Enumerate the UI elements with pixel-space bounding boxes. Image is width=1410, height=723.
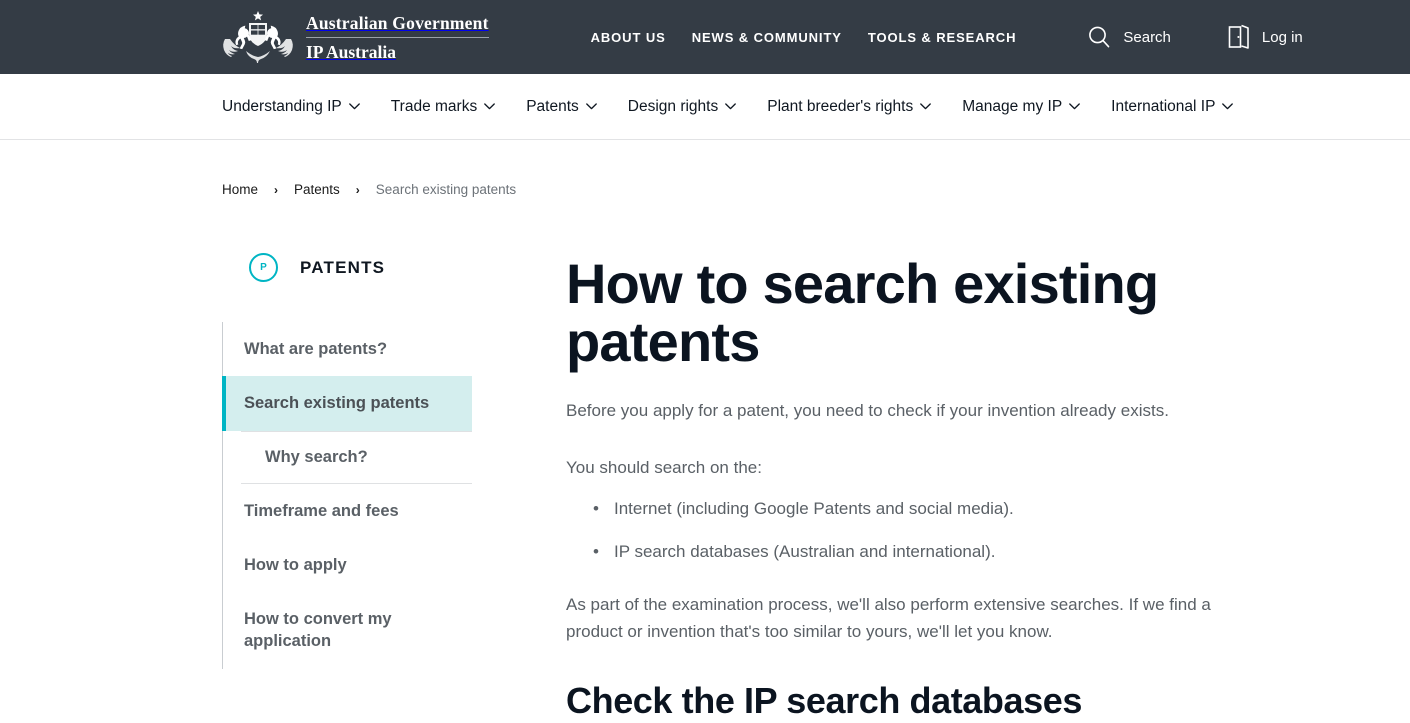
brand-line-agency: IP Australia <box>306 41 396 62</box>
nav-item-label: Understanding IP <box>222 97 342 115</box>
nav-item-label: Plant breeder's rights <box>767 97 914 115</box>
breadcrumb: Home › Patents › Search existing patents <box>0 140 1410 197</box>
sidebar-header: P PATENTS <box>222 253 518 282</box>
list-item: Internet (including Google Patents and s… <box>593 495 1266 522</box>
nav-item-label: Manage my IP <box>962 97 1063 115</box>
chevron-down-icon <box>1222 103 1234 110</box>
nav-item-manage-my-ip[interactable]: Manage my IP <box>962 97 1081 116</box>
intro-paragraph: You should search on the: <box>566 458 762 477</box>
chevron-down-icon <box>920 103 932 110</box>
nav-item-international-ip[interactable]: International IP <box>1111 97 1234 116</box>
utility-nav: ABOUT US NEWS & COMMUNITY TOOLS & RESEAR… <box>591 30 1017 45</box>
sidebar-item-what-are-patents[interactable]: What are patents? <box>222 322 472 376</box>
chevron-down-icon <box>484 103 496 110</box>
primary-nav: Understanding IP Trade marks Patents Des… <box>0 74 1410 140</box>
chevron-down-icon <box>1069 103 1081 110</box>
section-sidebar: P PATENTS What are patents? Search exist… <box>222 253 518 723</box>
section-heading-check-databases: Check the IP search databases <box>566 680 1083 721</box>
site-header: Australian Government IP Australia ABOUT… <box>0 0 1410 74</box>
main-content: How to search existing patents Before yo… <box>518 253 1266 723</box>
sidebar-item-timeframe-and-fees[interactable]: Timeframe and fees <box>222 484 472 538</box>
breadcrumb-item-current: Search existing patents <box>375 182 517 197</box>
sidebar-title: PATENTS <box>300 257 386 277</box>
site-logo-link[interactable]: Australian Government IP Australia <box>222 9 489 65</box>
search-button[interactable]: Search <box>1086 24 1171 50</box>
util-link-about-us[interactable]: ABOUT US <box>591 30 666 45</box>
lead-paragraph: Before you apply for a patent, you need … <box>566 401 1169 420</box>
nav-item-trade-marks[interactable]: Trade marks <box>390 97 496 116</box>
brand-line-government: Australian Government <box>306 12 489 38</box>
chevron-down-icon <box>585 103 597 110</box>
patents-badge-icon: P <box>249 253 278 282</box>
page-title: How to search existing patents <box>566 252 1159 373</box>
sidebar-subitem-why-search[interactable]: Why search? <box>241 430 472 484</box>
breadcrumb-separator-icon: › <box>355 182 360 197</box>
nav-item-label: Design rights <box>627 97 719 115</box>
examination-paragraph: As part of the examination process, we'l… <box>566 595 1211 641</box>
nav-item-understanding-ip[interactable]: Understanding IP <box>222 98 360 116</box>
login-button-label: Log in <box>1261 28 1303 46</box>
breadcrumb-item-home[interactable]: Home <box>222 182 258 197</box>
nav-item-label: International IP <box>1111 97 1216 115</box>
sidebar-item-search-existing-patents[interactable]: Search existing patents <box>222 376 472 431</box>
sidebar-item-how-to-convert-my-application[interactable]: How to convert my application <box>222 592 472 669</box>
sidebar-item-how-to-apply[interactable]: How to apply <box>222 538 472 592</box>
australian-coat-of-arms-icon <box>223 11 293 63</box>
chevron-down-icon <box>725 103 737 110</box>
login-button[interactable]: Log in <box>1227 24 1303 50</box>
nav-item-patents[interactable]: Patents <box>526 98 597 116</box>
breadcrumb-item-patents[interactable]: Patents <box>294 182 340 197</box>
util-link-tools-research[interactable]: TOOLS & RESEARCH <box>868 30 1017 45</box>
door-login-icon <box>1228 24 1249 49</box>
list-item: IP search databases (Australian and inte… <box>593 538 1266 565</box>
breadcrumb-separator-icon: › <box>274 182 279 197</box>
header-actions: Search Log in <box>1086 24 1303 50</box>
sidebar-nav: What are patents? Search existing patent… <box>222 322 518 669</box>
search-button-label: Search <box>1123 28 1171 46</box>
nav-item-plant-breeders-rights[interactable]: Plant breeder's rights <box>767 97 932 116</box>
util-link-news-community[interactable]: NEWS & COMMUNITY <box>692 30 842 45</box>
page-body: P PATENTS What are patents? Search exist… <box>0 197 1410 723</box>
search-icon <box>1089 26 1110 48</box>
nav-item-label: Patents <box>526 97 579 115</box>
nav-item-label: Trade marks <box>390 97 478 115</box>
nav-item-design-rights[interactable]: Design rights <box>627 97 737 116</box>
search-sources-list: Internet (including Google Patents and s… <box>566 495 1266 565</box>
chevron-down-icon <box>348 103 360 110</box>
